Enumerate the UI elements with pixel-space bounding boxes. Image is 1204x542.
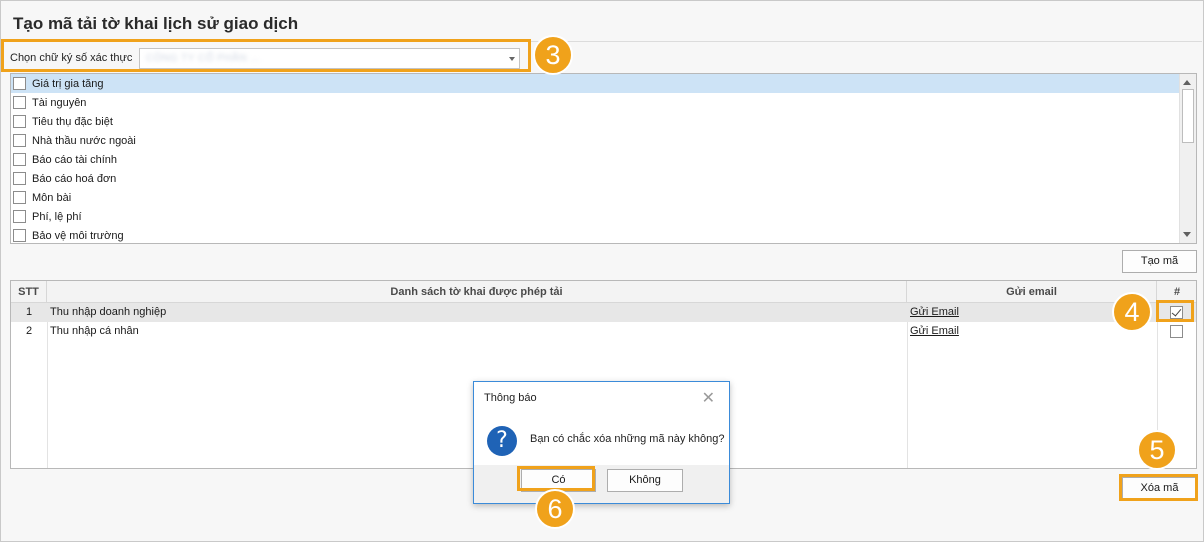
tax-type-label: Báo cáo tài chính bbox=[32, 153, 118, 166]
chevron-down-icon[interactable] bbox=[509, 57, 515, 61]
header-stt: STT bbox=[11, 281, 47, 303]
tax-type-item[interactable]: Bảo vệ môi trường bbox=[11, 226, 1196, 245]
send-email-link[interactable]: Gửi Email bbox=[910, 303, 959, 322]
tax-type-item[interactable]: Báo cáo hoá đơn bbox=[11, 169, 1196, 188]
window-title: Tạo mã tải tờ khai lịch sử giao dịch bbox=[13, 14, 299, 33]
main-window: Tạo mã tải tờ khai lịch sử giao dịch Chọ… bbox=[0, 0, 1204, 542]
tax-type-checkbox[interactable] bbox=[13, 229, 26, 242]
tax-type-checkbox[interactable] bbox=[13, 96, 26, 109]
row-declaration-name: Thu nhập cá nhân bbox=[50, 325, 139, 337]
row-stt: 1 bbox=[25, 306, 33, 318]
send-email-link[interactable]: Gửi Email bbox=[910, 322, 959, 341]
row-checkbox[interactable] bbox=[1170, 306, 1183, 319]
tax-type-label: Giá trị gia tăng bbox=[32, 77, 104, 90]
tax-type-label: Tài nguyên bbox=[32, 96, 87, 109]
close-icon[interactable]: ✕ bbox=[702, 388, 715, 408]
table-row[interactable]: 2 Thu nhập cá nhân Gửi Email bbox=[11, 322, 1196, 341]
confirm-dialog: Thông báo ✕ ? Bạn có chắc xóa những mã n… bbox=[473, 381, 730, 504]
row-stt: 2 bbox=[25, 325, 33, 337]
question-icon: ? bbox=[487, 426, 517, 456]
callout-5: 5 bbox=[1137, 430, 1177, 470]
tax-type-label: Tiêu thụ đặc biệt bbox=[32, 115, 113, 128]
title-divider bbox=[2, 41, 1202, 42]
tax-type-item[interactable]: Môn bài bbox=[11, 188, 1196, 207]
dialog-title: Thông báo bbox=[484, 392, 537, 404]
scroll-down-arrow-icon[interactable] bbox=[1183, 232, 1191, 237]
header-declaration-list: Danh sách tờ khai được phép tải bbox=[47, 281, 907, 303]
delete-code-button[interactable]: Xóa mã bbox=[1122, 477, 1197, 500]
row-declaration-name: Thu nhập doanh nghiệp bbox=[50, 306, 167, 318]
tax-type-item[interactable]: Báo cáo tài chính bbox=[11, 150, 1196, 169]
tax-type-item[interactable]: Nhà thầu nước ngoài bbox=[11, 131, 1196, 150]
tax-type-item[interactable]: Tiêu thụ đặc biệt bbox=[11, 112, 1196, 131]
tax-type-label: Phí, lệ phí bbox=[32, 210, 82, 223]
tax-type-label: Môn bài bbox=[32, 191, 72, 204]
grid-header: STT Danh sách tờ khai được phép tải Gửi … bbox=[11, 281, 1196, 303]
callout-6: 6 bbox=[535, 489, 575, 529]
signature-label: Chọn chữ ký số xác thực bbox=[10, 52, 133, 64]
dialog-footer bbox=[474, 465, 729, 503]
tax-type-checkbox[interactable] bbox=[13, 77, 26, 90]
list-scrollbar[interactable] bbox=[1179, 74, 1196, 243]
table-row[interactable]: 1 Thu nhập doanh nghiệp Gửi Email bbox=[11, 303, 1196, 322]
scrollbar-thumb[interactable] bbox=[1182, 89, 1194, 143]
tax-type-label: Bảo vệ môi trường bbox=[32, 229, 124, 242]
callout-4: 4 bbox=[1112, 292, 1152, 332]
dialog-message: Bạn có chắc xóa những mã này không? bbox=[530, 433, 725, 445]
row-checkbox[interactable] bbox=[1170, 325, 1183, 338]
callout-3: 3 bbox=[533, 35, 573, 75]
tax-type-checkbox[interactable] bbox=[13, 210, 26, 223]
signature-select[interactable]: CÔNG TY CỔ PHẦN ... bbox=[139, 48, 520, 69]
tax-type-item[interactable]: Phí, lệ phí bbox=[11, 207, 1196, 226]
tax-type-checkbox[interactable] bbox=[13, 115, 26, 128]
tax-type-list[interactable]: Giá trị gia tăng Tài nguyên Tiêu thụ đặc b… bbox=[10, 73, 1197, 244]
header-check: # bbox=[1173, 286, 1181, 298]
scroll-up-arrow-icon[interactable] bbox=[1183, 80, 1191, 85]
tax-type-item[interactable]: Giá trị gia tăng bbox=[11, 74, 1196, 93]
signature-value: CÔNG TY CỔ PHẦN ... bbox=[146, 53, 261, 64]
tax-type-checkbox[interactable] bbox=[13, 153, 26, 166]
tax-type-checkbox[interactable] bbox=[13, 172, 26, 185]
create-code-button[interactable]: Tạo mã bbox=[1122, 250, 1197, 273]
tax-type-checkbox[interactable] bbox=[13, 134, 26, 147]
no-button[interactable]: Không bbox=[607, 469, 683, 492]
tax-type-item[interactable]: Tài nguyên bbox=[11, 93, 1196, 112]
tax-type-label: Báo cáo hoá đơn bbox=[32, 172, 117, 185]
tax-type-checkbox[interactable] bbox=[13, 191, 26, 204]
tax-type-label: Nhà thầu nước ngoài bbox=[32, 134, 136, 147]
